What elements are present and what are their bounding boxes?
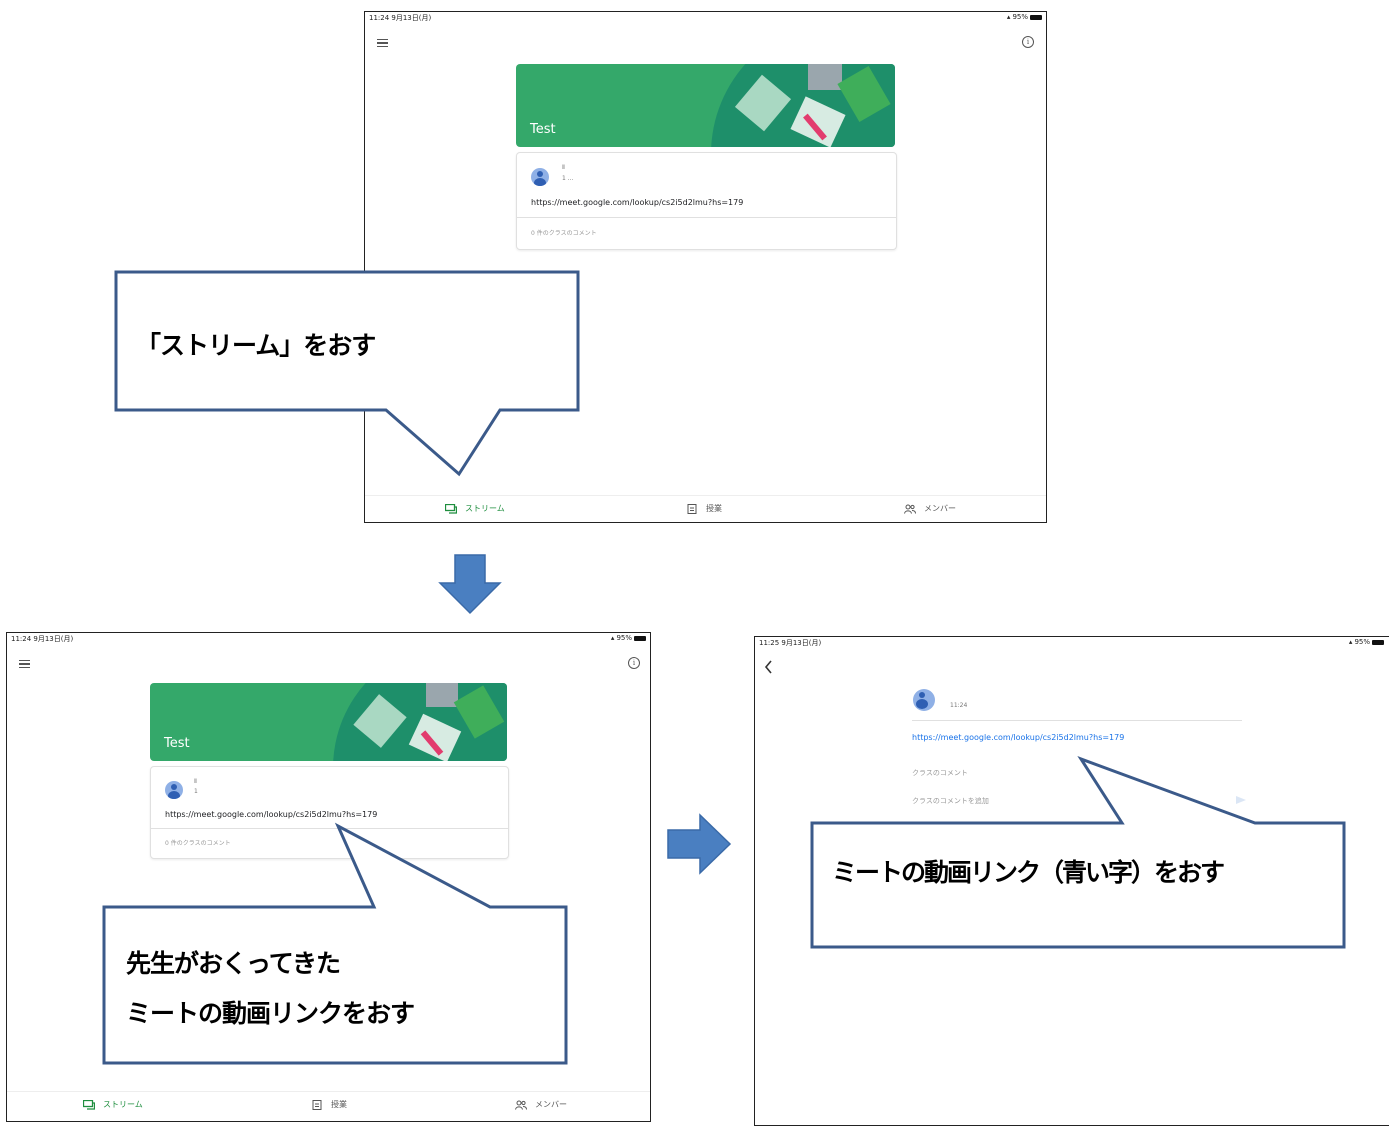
status-time: 11:24 9月13日(月) — [369, 14, 432, 22]
status-time: 11:25 9月13日(月) — [759, 639, 822, 647]
class-title: Test — [164, 736, 190, 751]
class-banner[interactable]: Test — [150, 683, 507, 761]
tab-stream[interactable]: ストリーム — [445, 503, 505, 514]
status-battery: ▴ 95% — [1349, 638, 1384, 646]
classwork-icon — [687, 503, 697, 514]
meet-link[interactable]: https://meet.google.com/lookup/cs2i5d2lm… — [165, 810, 377, 819]
meet-link[interactable]: https://meet.google.com/lookup/cs2i5d2lm… — [531, 198, 743, 207]
class-comment-count[interactable]: 0 件のクラスのコメント — [165, 838, 231, 847]
battery-icon — [1372, 639, 1384, 645]
classwork-icon — [312, 1099, 322, 1110]
card-divider — [517, 217, 896, 218]
people-icon — [515, 1100, 527, 1110]
wifi-icon: ▴ — [1348, 638, 1353, 646]
meet-link[interactable]: https://meet.google.com/lookup/cs2i5d2lm… — [912, 733, 1124, 742]
battery-icon — [634, 635, 646, 641]
class-comment-count[interactable]: 0 件のクラスのコメント — [531, 228, 597, 237]
tab-stream-label: ストリーム — [103, 1100, 143, 1109]
tab-classwork-label: 授業 — [706, 504, 722, 513]
tab-classwork[interactable]: 授業 — [686, 503, 722, 514]
tab-classwork-label: 授業 — [331, 1100, 347, 1109]
battery-level: 95% — [1012, 13, 1028, 21]
back-arrow-icon[interactable] — [764, 660, 774, 674]
stream-icon — [445, 503, 457, 514]
post-time: 11:24 — [950, 702, 968, 709]
bottom-nav: ストリーム 授業 メンバー — [7, 1091, 650, 1118]
avatar — [531, 168, 549, 186]
battery-level: 95% — [616, 634, 632, 642]
status-battery: ▴ 95% — [1007, 13, 1042, 21]
post-author: Ⅱ — [562, 164, 565, 171]
avatar — [165, 781, 183, 799]
bottom-nav: ストリーム 授業 メンバー — [365, 495, 1046, 522]
tab-people[interactable]: メンバー — [904, 503, 956, 514]
avatar — [913, 689, 935, 711]
callout-2-line2: ミートの動画リンクをおす — [126, 999, 415, 1028]
class-comments-heading: クラスのコメント — [912, 769, 968, 777]
tab-classwork[interactable]: 授業 — [311, 1099, 347, 1110]
post-divider — [912, 720, 1242, 721]
send-icon[interactable] — [1235, 795, 1247, 805]
screen-stream-bottom: 11:24 9月13日(月) ▴ 95% i Test Ⅱ 1 https://… — [6, 632, 651, 1122]
callout-1-text: 「ストリーム」をおす — [136, 331, 376, 360]
status-battery: ▴ 95% — [611, 634, 646, 642]
post-time: 1 — [194, 788, 198, 795]
card-divider — [151, 828, 508, 829]
tab-people-label: メンバー — [535, 1100, 567, 1109]
post-author: Ⅱ — [194, 778, 197, 785]
wifi-icon: ▴ — [1006, 13, 1011, 21]
tab-stream-label: ストリーム — [465, 504, 505, 513]
battery-level: 95% — [1354, 638, 1370, 646]
screen-stream-top: 11:24 9月13日(月) ▴ 95% i Test Ⅱ 1 ... http… — [364, 11, 1047, 523]
add-comment-input[interactable]: クラスのコメントを追加 — [912, 796, 989, 806]
status-time: 11:24 9月13日(月) — [11, 635, 74, 643]
class-banner[interactable]: Test — [516, 64, 895, 147]
class-title: Test — [530, 122, 556, 137]
menu-icon[interactable] — [377, 39, 388, 47]
stream-icon — [83, 1099, 95, 1110]
banner-illustration — [333, 683, 507, 761]
callout-2-line1: 先生がおくってきた — [126, 949, 341, 978]
tab-people-label: メンバー — [924, 504, 956, 513]
info-icon[interactable]: i — [1022, 36, 1034, 48]
post-card[interactable]: Ⅱ 1 https://meet.google.com/lookup/cs2i5… — [150, 766, 509, 859]
post-card[interactable]: Ⅱ 1 ... https://meet.google.com/lookup/c… — [516, 152, 897, 250]
banner-illustration — [711, 64, 895, 147]
tab-people[interactable]: メンバー — [515, 1099, 567, 1110]
tab-stream[interactable]: ストリーム — [83, 1099, 143, 1110]
battery-icon — [1030, 14, 1042, 20]
people-icon — [904, 504, 916, 514]
menu-icon[interactable] — [19, 660, 30, 668]
callout-3-text: ミートの動画リンク（青い字）をおす — [832, 858, 1225, 887]
info-icon[interactable]: i — [628, 657, 640, 669]
right-arrow-icon — [667, 813, 732, 875]
post-time: 1 ... — [562, 175, 574, 182]
wifi-icon: ▴ — [610, 634, 615, 642]
down-arrow-icon — [438, 554, 502, 615]
